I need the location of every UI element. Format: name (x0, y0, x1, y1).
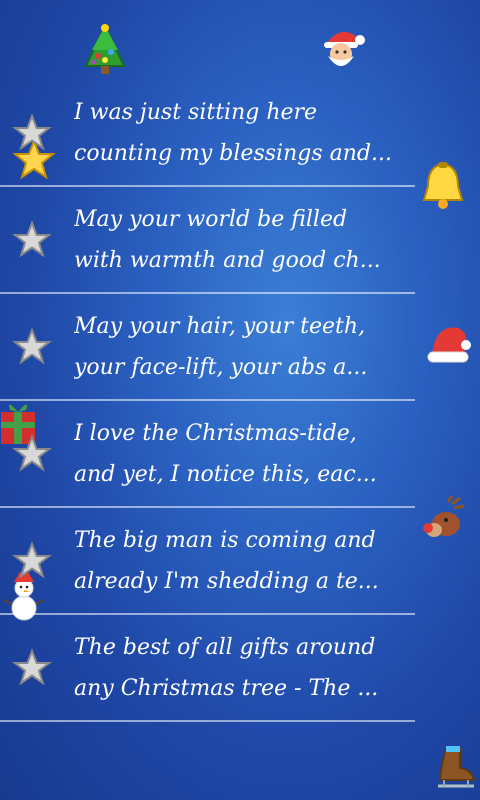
star-outline-icon[interactable] (12, 219, 52, 260)
star-outline-icon[interactable] (12, 112, 52, 153)
santa-icon (324, 31, 365, 66)
star-outline-icon[interactable] (12, 540, 52, 581)
list-item[interactable]: May your world be filled with warmth and … (0, 187, 415, 294)
message-line-1: The best of all gifts around (74, 635, 376, 660)
list-item[interactable]: I love the Christmas-tide, and yet, I not… (0, 401, 415, 508)
message-line-2: your face-lift, your abs a... (74, 355, 368, 380)
message-line-2: and yet, I notice this, eac... (74, 462, 377, 487)
message-line-1: I love the Christmas-tide, (74, 421, 357, 446)
message-list: I was just sitting here counting my bless… (0, 80, 415, 722)
reindeer-icon (423, 495, 465, 537)
star-outline-icon[interactable] (12, 647, 52, 688)
list-item[interactable]: May your hair, your teeth, your face-lift… (0, 294, 415, 401)
list-item[interactable]: The big man is coming and already I'm she… (0, 508, 415, 615)
santa-hat-icon (427, 327, 471, 363)
message-line-2: any Christmas tree - The ... (74, 676, 379, 701)
message-line-1: May your world be filled (74, 207, 348, 232)
christmas-tree-icon (84, 23, 126, 74)
message-line-1: The big man is coming and (74, 528, 376, 553)
skate-icon (438, 746, 476, 788)
star-outline-icon[interactable] (12, 326, 52, 367)
message-line-1: May your hair, your teeth, (74, 314, 366, 339)
message-line-1: I was just sitting here (74, 100, 318, 125)
list-item[interactable]: The best of all gifts around any Christma… (0, 615, 415, 722)
bell-icon (422, 162, 464, 209)
message-line-2: already I'm shedding a te... (74, 569, 379, 594)
message-line-2: with warmth and good ch... (74, 248, 381, 273)
star-outline-icon[interactable] (12, 433, 52, 474)
message-line-2: counting my blessings and... (74, 141, 392, 166)
list-item[interactable]: I was just sitting here counting my bless… (0, 80, 415, 187)
